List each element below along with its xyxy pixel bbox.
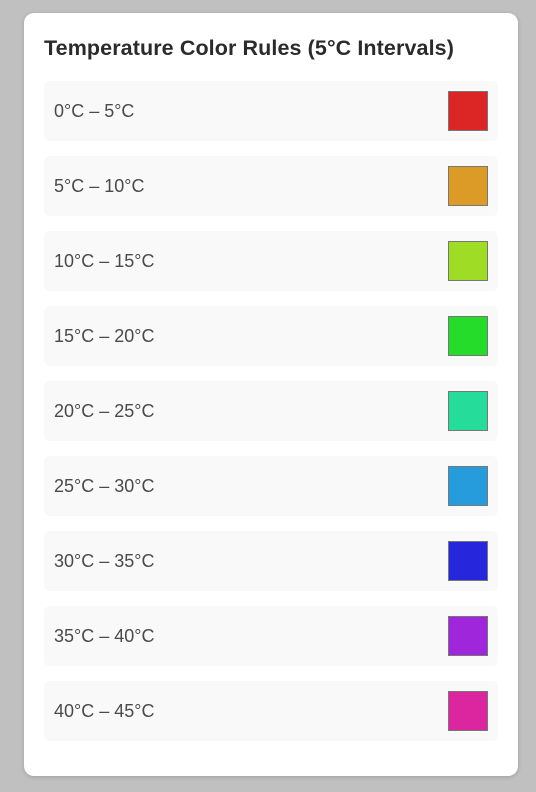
color-swatch[interactable] [448, 241, 488, 281]
rule-row: 5°C – 10°C [44, 156, 498, 216]
rule-label: 35°C – 40°C [54, 625, 155, 646]
color-swatch[interactable] [448, 466, 488, 506]
color-swatch[interactable] [448, 541, 488, 581]
rule-row: 20°C – 25°C [44, 381, 498, 441]
rule-row: 0°C – 5°C [44, 81, 498, 141]
rule-label: 0°C – 5°C [54, 100, 135, 121]
rule-row: 30°C – 35°C [44, 531, 498, 591]
rule-row: 15°C – 20°C [44, 306, 498, 366]
rule-label: 40°C – 45°C [54, 700, 155, 721]
rule-label: 20°C – 25°C [54, 400, 155, 421]
rules-list: 0°C – 5°C 5°C – 10°C 10°C – 15°C 15°C – … [44, 81, 498, 741]
color-swatch[interactable] [448, 316, 488, 356]
color-swatch[interactable] [448, 691, 488, 731]
rule-row: 10°C – 15°C [44, 231, 498, 291]
rule-label: 25°C – 30°C [54, 475, 155, 496]
temperature-rules-panel: Temperature Color Rules (5°C Intervals) … [24, 13, 518, 776]
color-swatch[interactable] [448, 91, 488, 131]
color-swatch[interactable] [448, 166, 488, 206]
rule-row: 40°C – 45°C [44, 681, 498, 741]
rule-label: 5°C – 10°C [54, 175, 145, 196]
color-swatch[interactable] [448, 616, 488, 656]
rule-label: 30°C – 35°C [54, 550, 155, 571]
rule-row: 35°C – 40°C [44, 606, 498, 666]
panel-title: Temperature Color Rules (5°C Intervals) [44, 36, 454, 60]
rule-label: 15°C – 20°C [54, 325, 155, 346]
color-swatch[interactable] [448, 391, 488, 431]
rule-row: 25°C – 30°C [44, 456, 498, 516]
rule-label: 10°C – 15°C [54, 250, 155, 271]
